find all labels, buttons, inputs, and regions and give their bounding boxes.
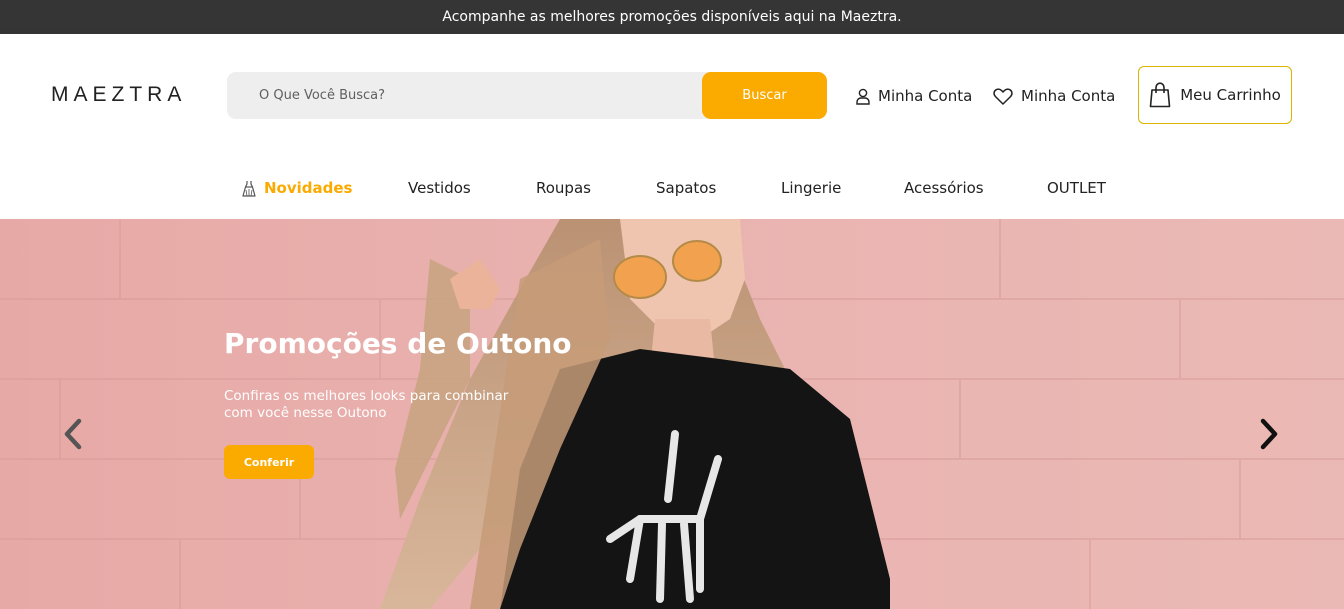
wishlist-label: Minha Conta bbox=[1021, 87, 1116, 105]
nav-item-sapatos[interactable]: Sapatos bbox=[656, 179, 716, 197]
carousel-prev-button[interactable] bbox=[60, 417, 86, 451]
hero-title: Promoções de Outono bbox=[224, 327, 572, 360]
nav-item-roupas[interactable]: Roupas bbox=[536, 179, 591, 197]
hero-description: Confiras os melhores looks para combinar… bbox=[224, 388, 509, 421]
hero-banner: Promoções de Outono Confiras os melhores… bbox=[0, 219, 1344, 609]
announcement-bar: Acompanhe as melhores promoções disponív… bbox=[0, 0, 1344, 34]
nav-item-outlet[interactable]: OUTLET bbox=[1047, 179, 1106, 197]
nav-label: OUTLET bbox=[1047, 179, 1106, 197]
account-label: Minha Conta bbox=[878, 87, 973, 105]
dress-icon bbox=[242, 180, 256, 197]
search-input[interactable] bbox=[227, 72, 702, 119]
nav-label: Sapatos bbox=[656, 179, 717, 197]
nav-label: Lingerie bbox=[781, 179, 842, 197]
nav-label: Novidades bbox=[264, 179, 353, 197]
cart-label: Meu Carrinho bbox=[1180, 86, 1281, 104]
nav-label: Roupas bbox=[536, 179, 591, 197]
nav-item-lingerie[interactable]: Lingerie bbox=[781, 179, 841, 197]
logo-text: MAEZTRA bbox=[51, 83, 187, 106]
nav-item-vestidos[interactable]: Vestidos bbox=[408, 179, 471, 197]
heart-icon bbox=[993, 87, 1013, 105]
nav-label: Vestidos bbox=[408, 179, 471, 197]
account-link[interactable]: Minha Conta bbox=[856, 84, 972, 108]
nav-item-acessorios[interactable]: Acessórios bbox=[904, 179, 984, 197]
search-button[interactable]: Buscar bbox=[702, 72, 827, 119]
nav-item-novidades[interactable]: Novidades bbox=[242, 179, 352, 197]
hero-photo bbox=[0, 219, 1344, 609]
cart-button[interactable]: Meu Carrinho bbox=[1138, 66, 1292, 124]
nav-label: Acessórios bbox=[904, 179, 984, 197]
shopping-bag-icon bbox=[1149, 82, 1171, 108]
site-header: MAEZTRA Buscar Minha Conta Minha Conta M… bbox=[0, 34, 1344, 156]
chevron-left-icon bbox=[64, 418, 82, 450]
brand-logo[interactable]: MAEZTRA bbox=[51, 83, 186, 107]
hero-cta-button[interactable]: Conferir bbox=[224, 445, 314, 479]
announcement-text: Acompanhe as melhores promoções disponív… bbox=[442, 9, 902, 25]
user-icon bbox=[856, 88, 870, 105]
carousel-next-button[interactable] bbox=[1256, 417, 1282, 451]
search-bar: Buscar bbox=[227, 72, 827, 119]
main-nav: Novidades Vestidos Roupas Sapatos Linger… bbox=[0, 156, 1344, 219]
wishlist-link[interactable]: Minha Conta bbox=[993, 84, 1115, 108]
chevron-right-icon bbox=[1260, 418, 1278, 450]
